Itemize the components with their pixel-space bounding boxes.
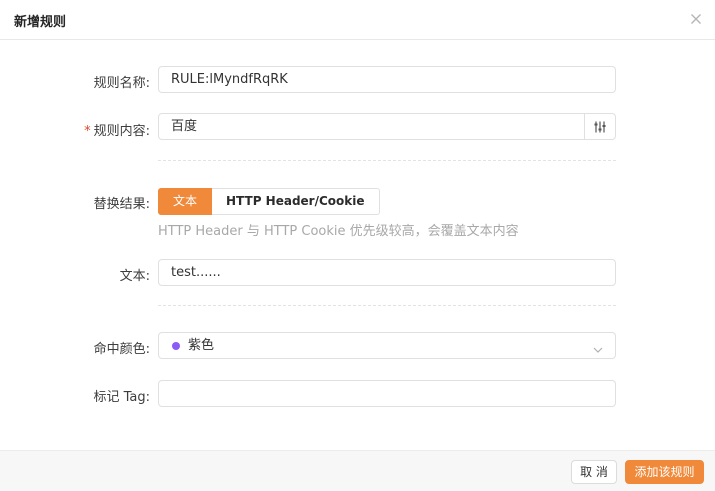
replace-result-label: 替换结果: (93, 197, 150, 212)
dialog-header: 新增规则 (0, 0, 715, 40)
replace-result-switch: 文本 HTTP Header/Cookie (158, 188, 380, 215)
rule-content-input[interactable]: 百度 (158, 113, 616, 140)
rule-name-label: 规则名称: (93, 76, 150, 91)
purple-dot-icon (172, 342, 180, 350)
dialog-footer: 取 消 添加该规则 (0, 450, 715, 491)
chevron-down-icon (592, 340, 604, 353)
close-icon[interactable] (685, 8, 707, 30)
rule-content-value: 百度 (171, 119, 198, 134)
hit-color-select[interactable]: 紫色 (158, 332, 616, 359)
cancel-button[interactable]: 取 消 (571, 460, 617, 484)
hit-color-label: 命中颜色: (93, 342, 150, 357)
hit-color-value: 紫色 (188, 338, 215, 353)
tag-label: 标记 Tag: (93, 390, 150, 405)
replace-result-hint: HTTP Header 与 HTTP Cookie 优先级较高，会覆盖文本内容 (158, 224, 519, 239)
rule-content-label: * 规则内容: (84, 124, 150, 139)
option-http-header-cookie-button[interactable]: HTTP Header/Cookie (212, 188, 380, 215)
option-text-button[interactable]: 文本 (158, 188, 213, 215)
filter-sliders-icon[interactable] (584, 114, 615, 139)
text-value: test...... (171, 265, 221, 280)
text-label: 文本: (119, 269, 150, 284)
rule-name-input[interactable]: RULE:lMyndfRqRK (158, 66, 616, 93)
rule-name-value: RULE:lMyndfRqRK (171, 72, 288, 87)
dialog-title: 新增规则 (14, 15, 67, 30)
add-rule-dialog: 新增规则 规则名称: RULE:lMyndfRqRK * 规则内容: 百度 替换… (0, 0, 715, 491)
tag-input[interactable] (158, 380, 616, 407)
add-rule-button[interactable]: 添加该规则 (625, 460, 704, 484)
section-divider (158, 305, 616, 306)
text-input[interactable]: test...... (158, 259, 616, 286)
rule-form: 规则名称: RULE:lMyndfRqRK * 规则内容: 百度 替换结果: 文… (0, 40, 715, 450)
section-divider (158, 160, 616, 161)
required-mark: * (84, 124, 91, 139)
